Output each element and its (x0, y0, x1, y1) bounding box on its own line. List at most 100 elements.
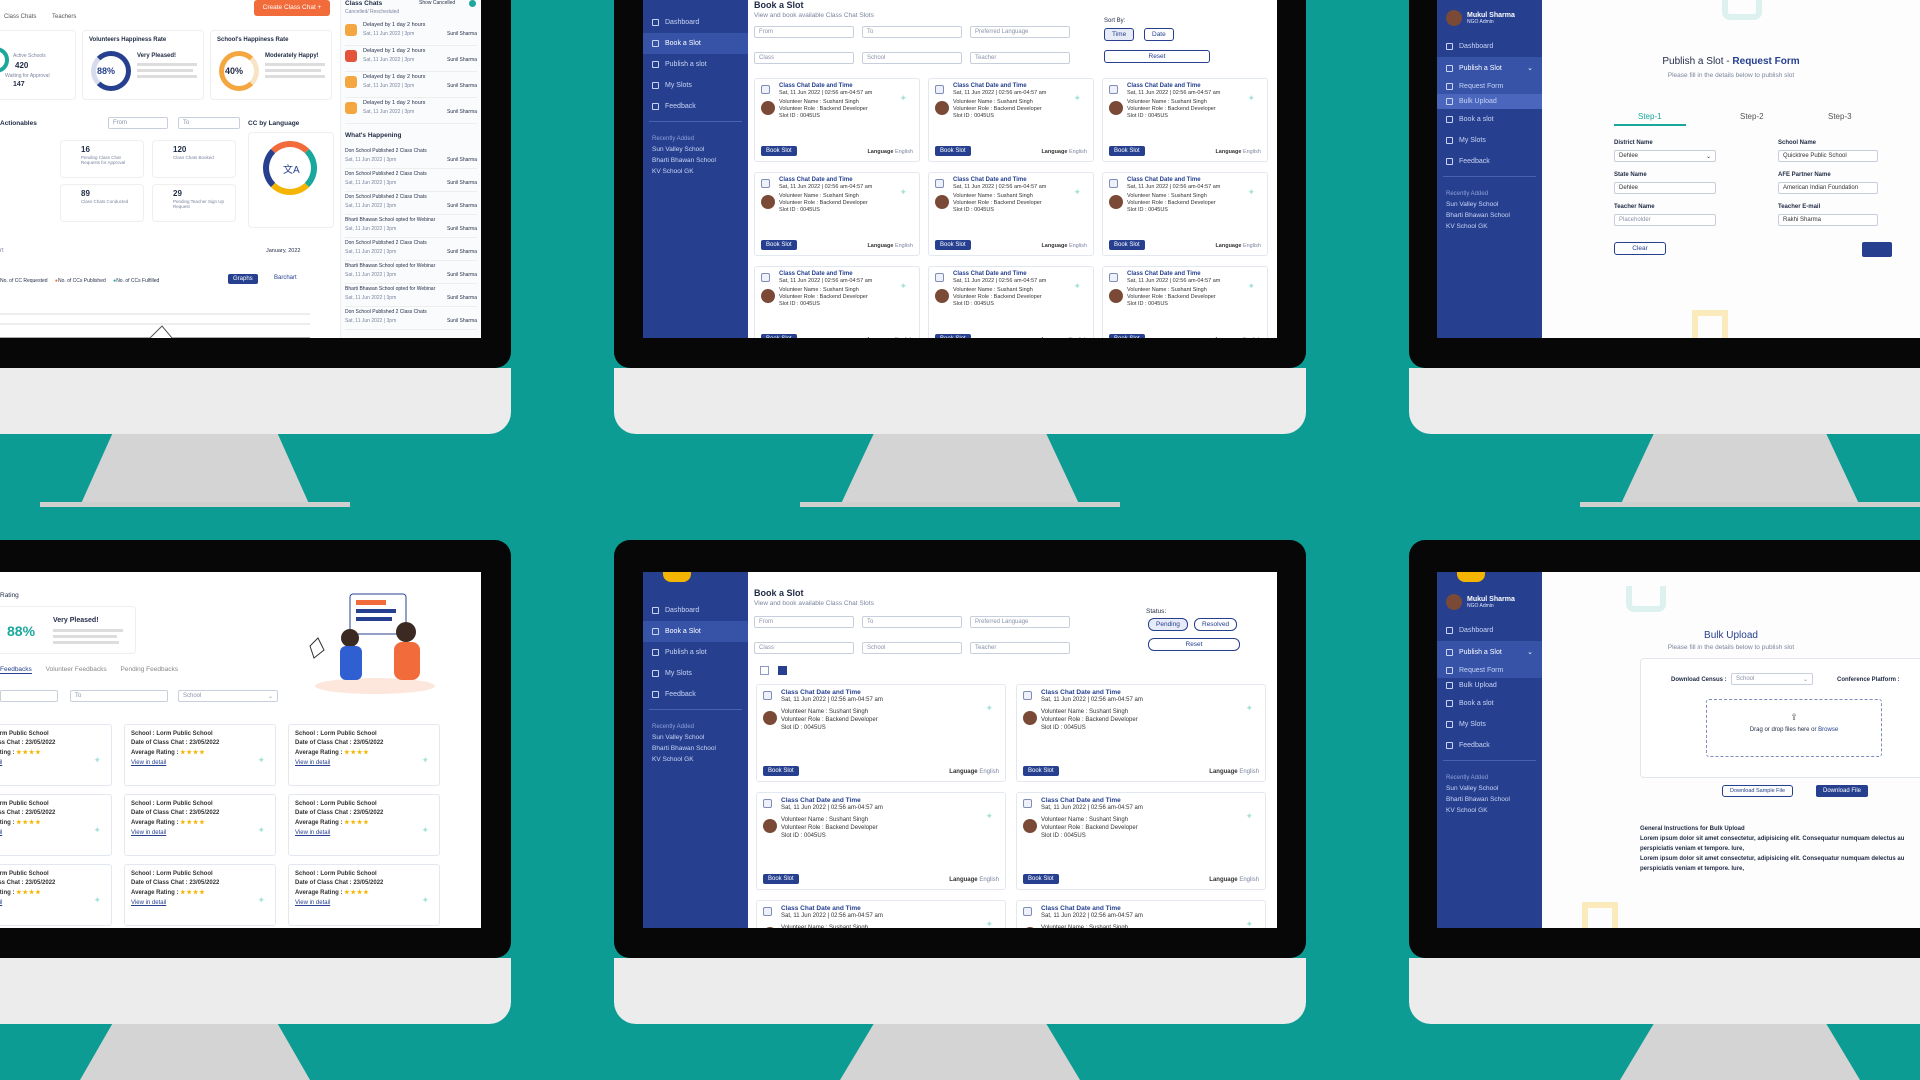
book-slot-button[interactable]: Book Slot (935, 146, 971, 156)
sidebar-item-publish[interactable]: Publish a Slot ⌄ (1437, 57, 1542, 79)
feed-item[interactable]: Bharti Bhawan School opted for Webinar S… (345, 284, 477, 307)
school-select[interactable]: School (862, 642, 962, 654)
sidebar-item-book-slot[interactable]: Book a Slot (643, 33, 748, 54)
feed-item[interactable]: Don School Published 2 Class Chats Sat, … (345, 146, 477, 169)
conducted-card[interactable]: 89 Class Chats Conducted (60, 184, 144, 222)
view-detail-link[interactable]: View in detail (0, 760, 2, 766)
census-select[interactable]: School ⌄ (1731, 673, 1813, 685)
step-1[interactable]: Step-1 (1638, 112, 1662, 121)
step-2[interactable]: Step-2 (1740, 112, 1764, 121)
sidebar-item-feedback[interactable]: Feedback (643, 96, 748, 117)
sort-time-toggle[interactable]: Time (1104, 28, 1135, 41)
pending-toggle[interactable]: Pending (1148, 618, 1188, 631)
sidebar-item-my-slots[interactable]: My Slots (643, 75, 748, 96)
school-select[interactable]: School (862, 52, 962, 64)
view-detail-link[interactable]: View in detail (295, 830, 330, 836)
barchart-button[interactable]: Barchart (274, 275, 297, 281)
school-select[interactable]: School ⌄ (178, 690, 278, 702)
class-select[interactable]: Class (754, 642, 854, 654)
from-date-input[interactable]: From (108, 117, 168, 129)
school-name-field[interactable]: Quicktree Public School (1778, 150, 1878, 162)
create-class-chat-button[interactable]: Create Class Chat + (254, 0, 330, 16)
resolved-toggle[interactable]: Resolved (1194, 618, 1238, 631)
view-detail-link[interactable]: View in detail (131, 760, 166, 766)
tab-teachers[interactable]: Teachers (52, 14, 76, 20)
sidebar-item-my-slots[interactable]: My Slots (1437, 130, 1542, 151)
next-button[interactable] (1862, 242, 1892, 257)
feed-item[interactable]: Don School Published 2 Class Chats Sat, … (345, 169, 477, 192)
sidebar-item-bulk-upload[interactable]: Bulk Upload (1437, 94, 1542, 109)
grid-view-icon[interactable] (760, 666, 769, 675)
from-input[interactable] (0, 690, 58, 702)
list-view-icon[interactable] (778, 666, 787, 675)
view-detail-link[interactable]: View in detail (295, 900, 330, 906)
to-input[interactable]: To (70, 690, 168, 702)
book-slot-button[interactable]: Book Slot (1023, 874, 1059, 884)
tab-pending-feedbacks[interactable]: Pending Feedbacks (121, 666, 178, 673)
sidebar-item-book[interactable]: Book a slot (1437, 109, 1542, 130)
book-slot-button[interactable]: Book Slot (761, 146, 797, 156)
sidebar-item-bulk-upload[interactable]: Bulk Upload (1437, 678, 1542, 693)
reset-button[interactable]: Reset (1104, 50, 1210, 63)
teacher-select[interactable]: Teacher (970, 642, 1070, 654)
step-3[interactable]: Step-3 (1828, 112, 1852, 121)
feed-item[interactable]: Don School Published 2 Class Chats Sat, … (345, 238, 477, 261)
booked-card[interactable]: 120 Class Chats Booked (152, 140, 236, 178)
show-cancelled-toggle[interactable] (469, 0, 476, 7)
tab-feedbacks[interactable]: Feedbacks (0, 666, 32, 674)
sidebar-item-publish[interactable]: Publish a Slot ⌄ (1437, 641, 1542, 663)
to-date-input[interactable]: To (178, 117, 240, 129)
tab-class-chats[interactable]: Class Chats (4, 14, 36, 20)
view-detail-link[interactable]: View in detail (0, 830, 2, 836)
graphs-button[interactable]: Graphs (228, 274, 258, 284)
sidebar-item-dashboard[interactable]: Dashboard (1437, 36, 1542, 57)
clear-button[interactable]: Clear (1614, 242, 1666, 255)
book-slot-button[interactable]: Book Slot (763, 766, 799, 776)
browse-link[interactable]: Browse (1818, 727, 1838, 733)
event-item[interactable]: Delayed by 1 day 2 hours Sat, 11 Jun 202… (345, 20, 477, 46)
language-select[interactable]: Preferred Language (970, 616, 1070, 628)
sidebar-item-publish[interactable]: Publish a slot (643, 642, 748, 663)
sidebar-item-feedback[interactable]: Feedback (1437, 151, 1542, 172)
sort-date-toggle[interactable]: Date (1144, 28, 1174, 41)
feed-item[interactable]: Don School Published 2 Class Chats Sat, … (345, 307, 477, 330)
sidebar-item-publish[interactable]: Publish a slot (643, 54, 748, 75)
pending-requests-card[interactable]: 16 Pending Class Chat Requests for Appro… (60, 140, 144, 178)
reset-button[interactable]: Reset (1148, 638, 1240, 651)
download-sample-button[interactable]: Download Sample File (1722, 785, 1794, 797)
sidebar-item-book-slot[interactable]: Book a Slot (643, 621, 748, 642)
teacher-select[interactable]: Teacher (970, 52, 1070, 64)
book-slot-button[interactable]: Book Slot (1109, 334, 1145, 338)
district-select[interactable]: Dehlee ⌄ (1614, 150, 1716, 162)
view-detail-link[interactable]: View in detail (131, 900, 166, 906)
sidebar-item-dashboard[interactable]: Dashboard (1437, 620, 1542, 641)
sidebar-item-my-slots[interactable]: My Slots (1437, 714, 1542, 735)
book-slot-button[interactable]: Book Slot (935, 334, 971, 338)
afe-partner-field[interactable]: American Indian Foundation (1778, 182, 1878, 194)
book-slot-button[interactable]: Book Slot (763, 874, 799, 884)
sidebar-item-dashboard[interactable]: Dashboard (643, 12, 748, 33)
sidebar-item-feedback[interactable]: Feedback (643, 684, 748, 705)
from-input[interactable]: From (754, 26, 854, 38)
tab-volunteer-feedbacks[interactable]: Volunteer Feedbacks (46, 666, 107, 673)
teacher-signup-card[interactable]: 29 Pending Teacher Sign Up Request (152, 184, 236, 222)
teacher-name-field[interactable]: Placeholder (1614, 214, 1716, 226)
from-input[interactable]: From (754, 616, 854, 628)
download-file-button[interactable]: Download File (1816, 785, 1869, 797)
to-input[interactable]: To (862, 26, 962, 38)
language-select[interactable]: Preferred Language (970, 26, 1070, 38)
state-field[interactable]: Dehlee (1614, 182, 1716, 194)
teacher-email-field[interactable]: Rakhi Sharma (1778, 214, 1878, 226)
file-drop-zone[interactable]: ⇪ Drag or drop files here or Browse (1706, 699, 1882, 757)
event-item[interactable]: Delayed by 1 day 2 hours Sat, 11 Jun 202… (345, 72, 477, 98)
sidebar-item-my-slots[interactable]: My Slots (643, 663, 748, 684)
book-slot-button[interactable]: Book Slot (1109, 146, 1145, 156)
event-item[interactable]: Delayed by 1 day 2 hours Sat, 11 Jun 202… (345, 46, 477, 72)
book-slot-button[interactable]: Book Slot (761, 334, 797, 338)
feed-item[interactable]: Bharti Bhawan School opted for Webinar S… (345, 261, 477, 284)
view-detail-link[interactable]: View in detail (295, 760, 330, 766)
view-detail-link[interactable]: View in detail (0, 900, 2, 906)
sidebar-item-book[interactable]: Book a slot (1437, 693, 1542, 714)
to-input[interactable]: To (862, 616, 962, 628)
feed-item[interactable]: Bharti Bhawan School opted for Webinar S… (345, 215, 477, 238)
